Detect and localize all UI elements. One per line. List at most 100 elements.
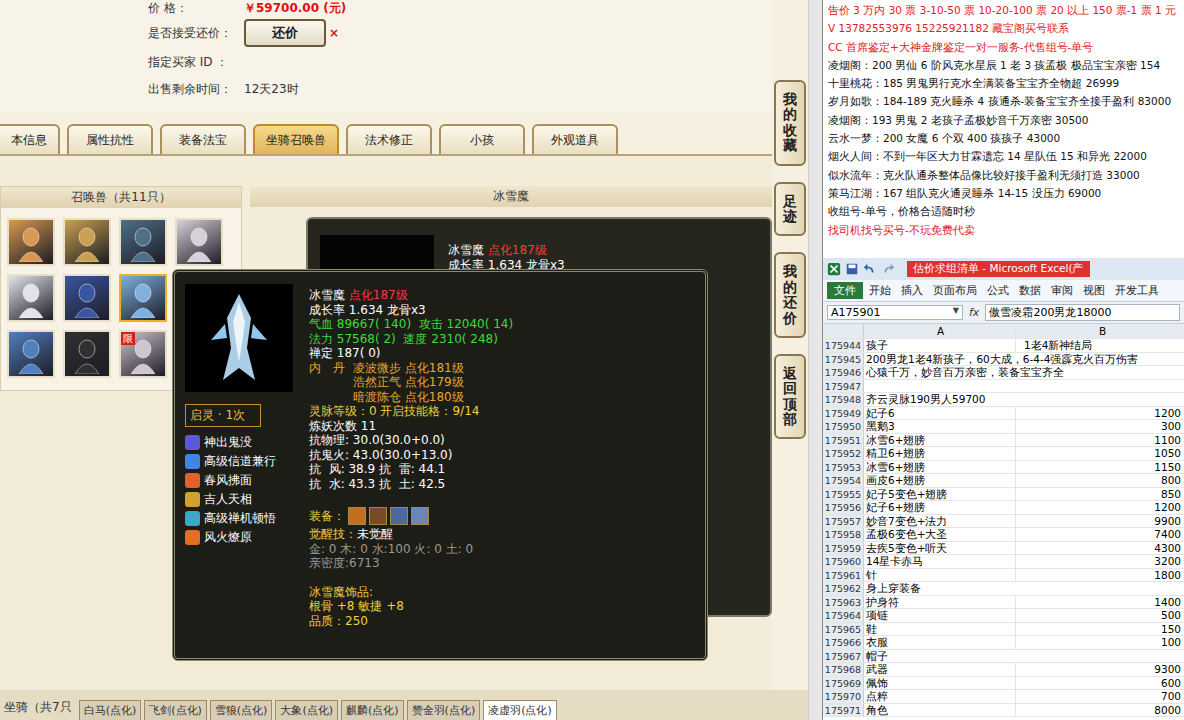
cell-b[interactable]: 1150 xyxy=(1016,461,1184,474)
detail-tab[interactable]: 外观道具 xyxy=(532,124,618,154)
row-number[interactable]: 175968 xyxy=(823,663,864,676)
undo-icon[interactable] xyxy=(863,262,877,276)
formula-input[interactable]: 傲雪凌霜200男龙18000 xyxy=(985,304,1180,321)
cell-a[interactable]: 妃子5变色+翅膀 xyxy=(864,488,1016,501)
pet-thumbnail[interactable]: 限 xyxy=(119,330,167,378)
cell-a[interactable]: 项链 xyxy=(864,609,1016,622)
ribbon-tab[interactable]: 文件 xyxy=(827,282,863,299)
ribbon-tab[interactable]: 数据 xyxy=(1015,282,1045,299)
pet-thumbnail[interactable] xyxy=(63,218,111,266)
row-number[interactable]: 175969 xyxy=(823,677,864,690)
cell-a[interactable]: 护身符 xyxy=(864,596,1016,609)
row-number[interactable]: 175945 xyxy=(823,353,864,366)
row-number[interactable]: 175957 xyxy=(823,515,864,528)
cell-b[interactable]: 1050 xyxy=(1016,447,1184,460)
mount-tab[interactable]: 白马(点化) xyxy=(79,700,142,720)
cell-a[interactable]: 200男龙1老4新孩子，60大成，6-4-4强霹克火百万伤害 xyxy=(864,353,1184,366)
cell-a[interactable]: 角色 xyxy=(864,704,1016,717)
side-button[interactable]: 我的还价 xyxy=(774,252,806,338)
cell-b[interactable]: 1老4新神结局 xyxy=(1016,339,1184,352)
pet-thumbnail[interactable] xyxy=(119,274,167,322)
detail-tab[interactable]: 装备法宝 xyxy=(160,124,246,154)
counter-offer-button[interactable]: 还价 xyxy=(244,19,326,47)
row-number[interactable]: 175971 xyxy=(823,704,864,717)
name-box[interactable]: A175901▼ xyxy=(827,305,963,320)
ribbon-tab[interactable]: 审阅 xyxy=(1047,282,1077,299)
cell-a[interactable]: 画皮6+翅膀 xyxy=(864,474,1016,487)
cell-a[interactable]: 妙音7变色+法力 xyxy=(864,515,1016,528)
cell-b[interactable]: 850 xyxy=(1016,488,1184,501)
row-number[interactable]: 175951 xyxy=(823,434,864,447)
column-header[interactable]: B xyxy=(1016,324,1184,338)
cell-b[interactable]: 3200 xyxy=(1016,555,1184,568)
cell-a[interactable]: 14星卡赤马 xyxy=(864,555,1016,568)
detail-tab[interactable]: 法术修正 xyxy=(346,124,432,154)
pet-thumbnail[interactable] xyxy=(63,330,111,378)
side-button[interactable]: 我的收藏 xyxy=(774,80,806,166)
cell-a[interactable]: 孟极6变色+大圣 xyxy=(864,528,1016,541)
cell-b[interactable]: 4300 xyxy=(1016,542,1184,555)
ribbon-tab[interactable]: 页面布局 xyxy=(929,282,981,299)
cell-b[interactable]: 800 xyxy=(1016,474,1184,487)
row-number[interactable]: 175963 xyxy=(823,596,864,609)
redo-icon[interactable] xyxy=(881,262,895,276)
save-icon[interactable] xyxy=(845,262,859,276)
mount-tab[interactable]: 大象(点化) xyxy=(275,700,338,720)
row-number[interactable]: 175954 xyxy=(823,474,864,487)
ribbon-tab[interactable]: 插入 xyxy=(897,282,927,299)
row-number[interactable]: 175949 xyxy=(823,407,864,420)
cell-a[interactable]: 齐云灵脉190男人59700 xyxy=(864,393,1184,406)
cell-a[interactable]: 点粹 xyxy=(864,690,1016,703)
row-number[interactable]: 175947 xyxy=(823,380,864,393)
cell-b[interactable]: 500 xyxy=(1016,609,1184,622)
pet-thumbnail[interactable] xyxy=(7,330,55,378)
ribbon-tab[interactable]: 开发工具 xyxy=(1111,282,1163,299)
side-button[interactable]: 足迹 xyxy=(774,182,806,237)
cell-a[interactable]: 身上穿装备 xyxy=(864,582,1184,595)
cell-b[interactable]: 100 xyxy=(1016,636,1184,649)
row-number[interactable]: 175964 xyxy=(823,609,864,622)
detail-tab[interactable]: 坐骑召唤兽 xyxy=(253,124,339,154)
mount-tab[interactable]: 凌虚羽(点化) xyxy=(483,700,557,720)
cell-a[interactable]: 衣服 xyxy=(864,636,1016,649)
cell-b[interactable]: 9900 xyxy=(1016,515,1184,528)
cell-b[interactable]: 700 xyxy=(1016,690,1184,703)
cell-a[interactable]: 武器 xyxy=(864,663,1016,676)
row-number[interactable]: 175962 xyxy=(823,582,864,595)
pet-thumbnail[interactable] xyxy=(175,218,223,266)
ribbon-tab[interactable]: 开始 xyxy=(865,282,895,299)
detail-tab[interactable]: 小孩 xyxy=(439,124,525,154)
page-scrollbar[interactable] xyxy=(808,0,822,720)
ribbon-tab[interactable]: 视图 xyxy=(1079,282,1109,299)
pet-thumbnail[interactable] xyxy=(119,218,167,266)
cell-b[interactable]: 150 xyxy=(1016,623,1184,636)
row-number[interactable]: 175965 xyxy=(823,623,864,636)
cell-a[interactable]: 妃子6+翅膀 xyxy=(864,501,1016,514)
row-number[interactable]: 175958 xyxy=(823,528,864,541)
row-number[interactable]: 175960 xyxy=(823,555,864,568)
row-number[interactable]: 175952 xyxy=(823,447,864,460)
cell-a[interactable] xyxy=(864,380,1184,393)
row-number[interactable]: 175967 xyxy=(823,650,864,663)
row-number[interactable]: 175966 xyxy=(823,636,864,649)
cell-a[interactable]: 佩饰 xyxy=(864,677,1016,690)
detail-tab[interactable]: 本信息 xyxy=(0,124,60,154)
cell-b[interactable]: 1200 xyxy=(1016,501,1184,514)
mount-tab[interactable]: 麒麟(点化) xyxy=(341,700,404,720)
cell-a[interactable]: 针 xyxy=(864,569,1016,582)
cell-b[interactable]: 300 xyxy=(1016,420,1184,433)
cell-a[interactable]: 孩子 xyxy=(864,339,1016,352)
column-header[interactable]: A xyxy=(864,324,1016,338)
cell-a[interactable]: 心猿千万，妙音百万亲密，装备宝宝齐全 xyxy=(864,366,1184,379)
cell-a[interactable]: 冰雪6+翅膀 xyxy=(864,461,1016,474)
cell-a[interactable]: 帽子 xyxy=(864,650,1184,663)
cell-a[interactable]: 精卫6+翅膀 xyxy=(864,447,1016,460)
cell-a[interactable]: 冰雪6+翅膀 xyxy=(864,434,1016,447)
row-number[interactable]: 175961 xyxy=(823,569,864,582)
cell-b[interactable]: 7400 xyxy=(1016,528,1184,541)
mount-tab[interactable]: 赞金羽(点化) xyxy=(407,700,481,720)
mount-tab[interactable]: 飞剑(点化) xyxy=(144,700,207,720)
cell-b[interactable]: 600 xyxy=(1016,677,1184,690)
pet-thumbnail[interactable] xyxy=(63,274,111,322)
row-number[interactable]: 175955 xyxy=(823,488,864,501)
